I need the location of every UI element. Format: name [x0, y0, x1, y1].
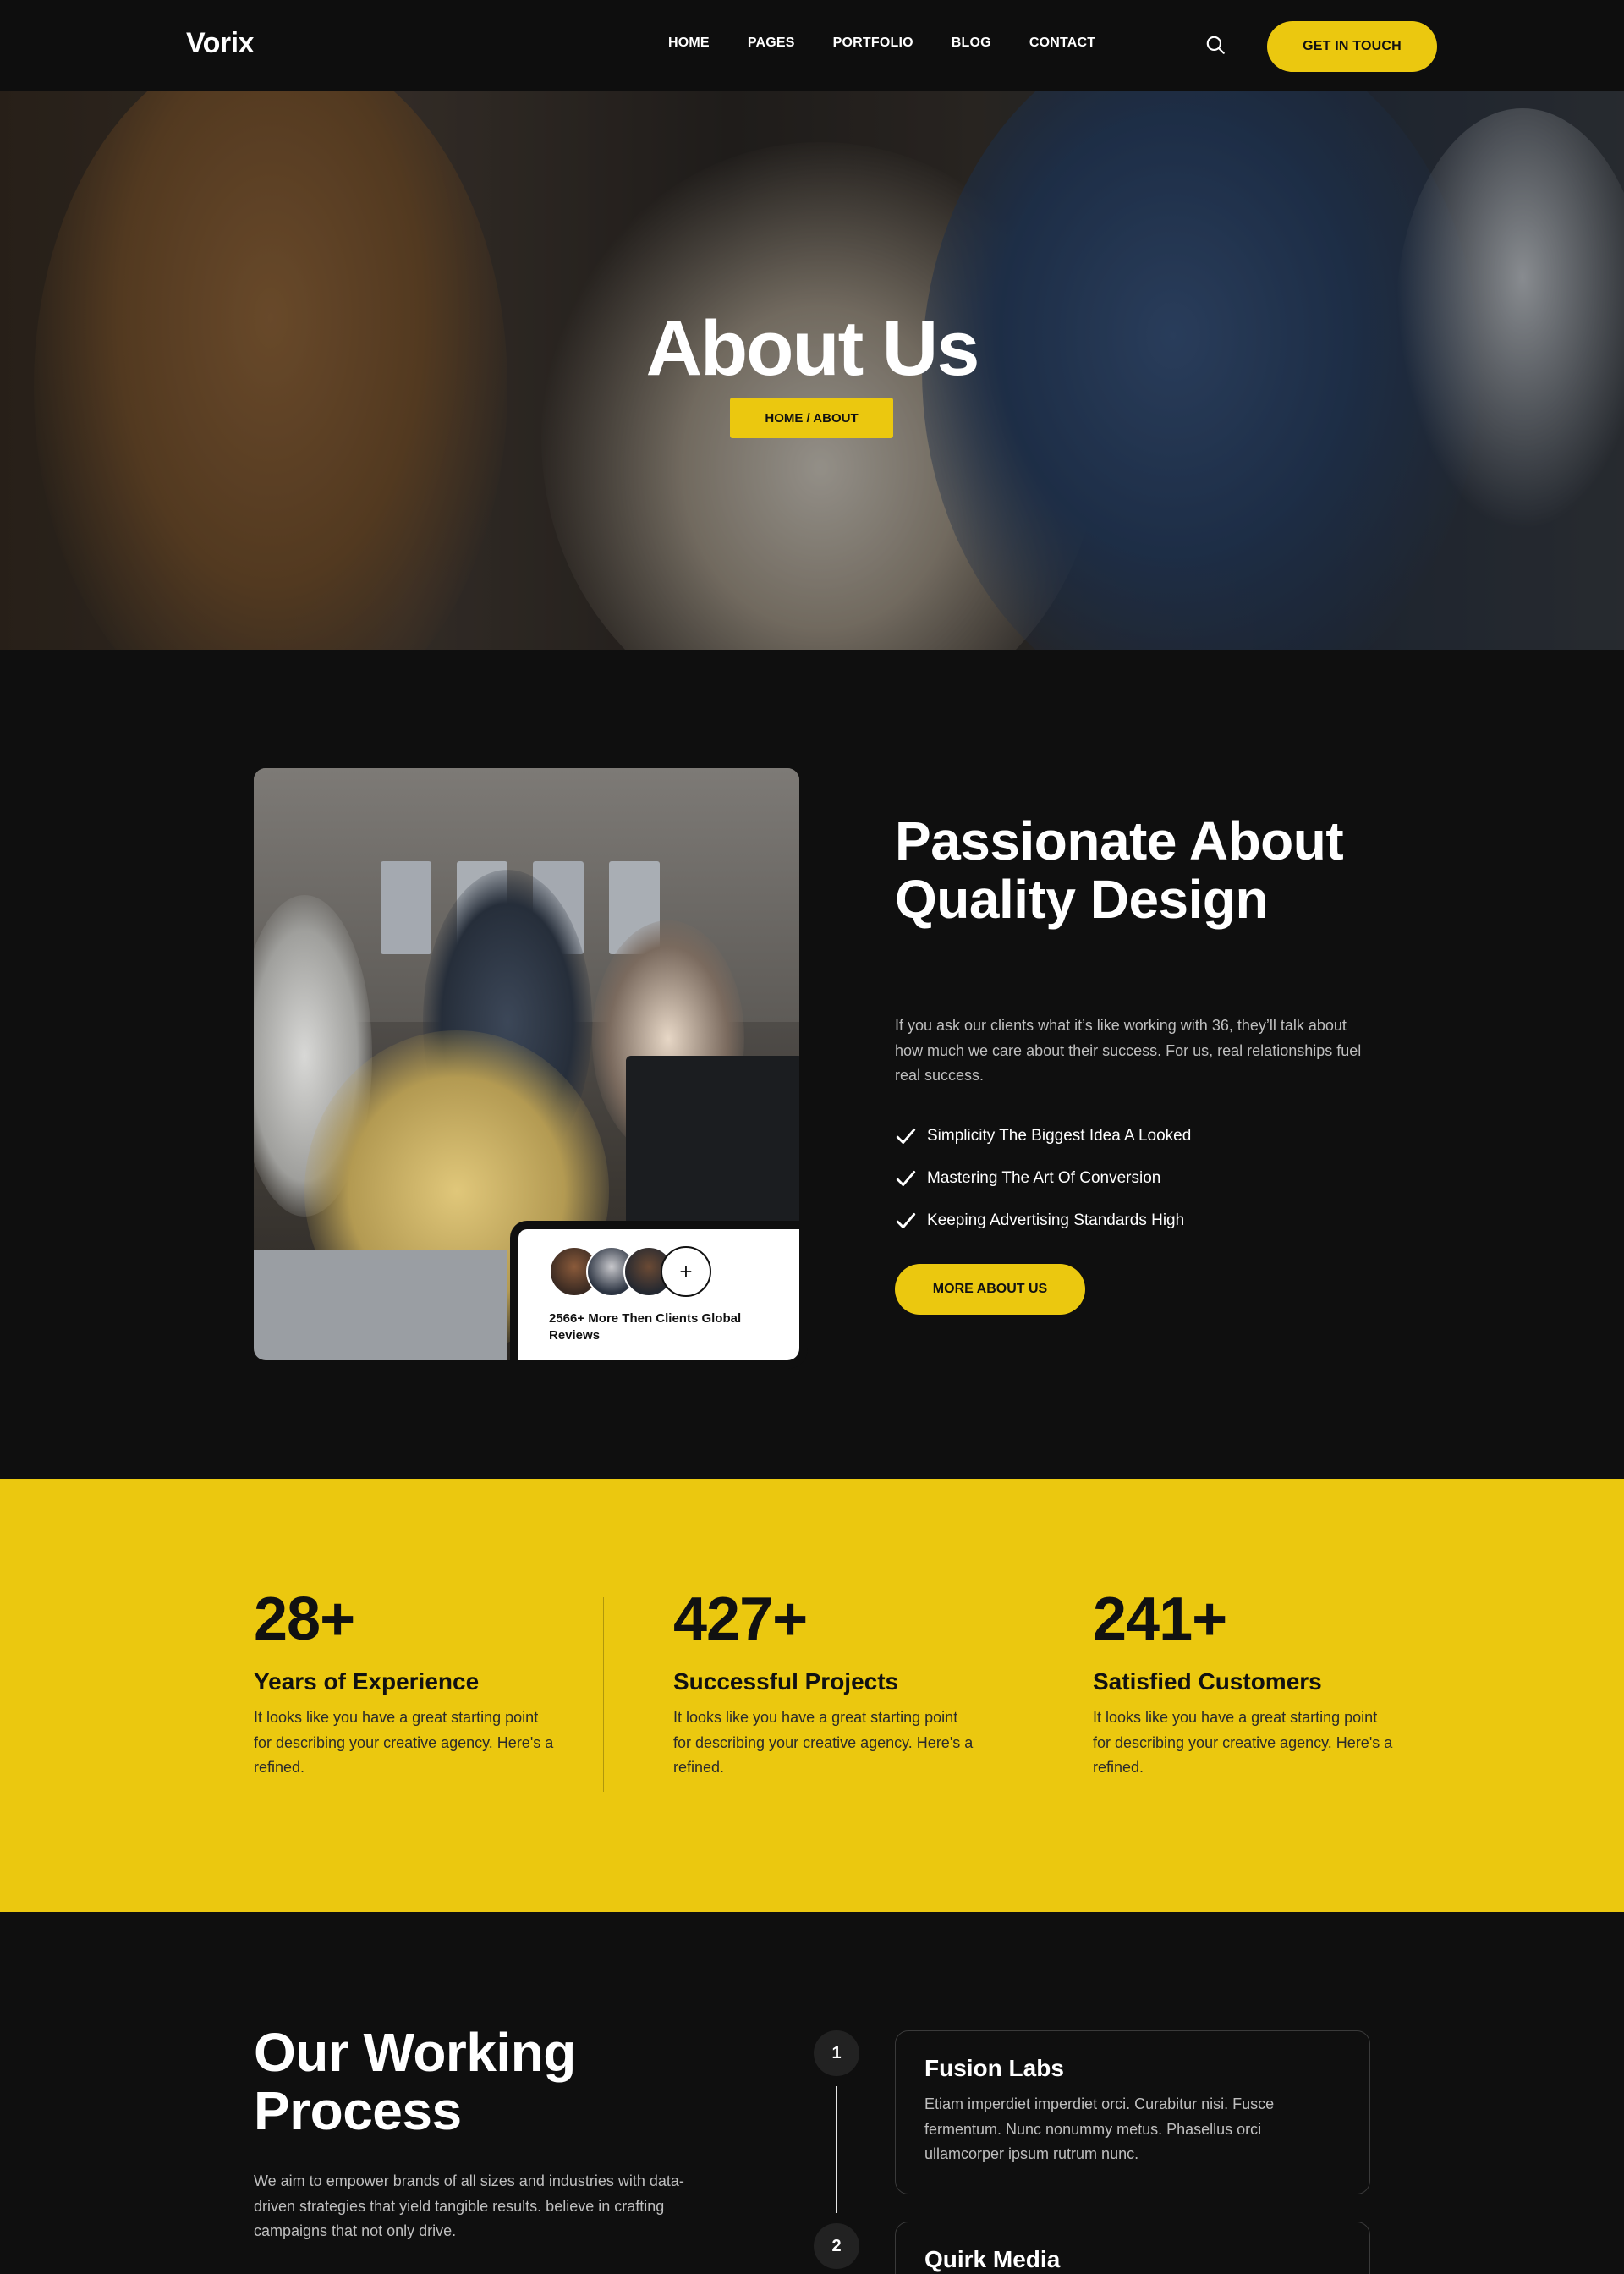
- nav-pages[interactable]: PAGES: [748, 36, 795, 51]
- stats-section: 28+ Years of Experience It looks like yo…: [0, 1479, 1624, 1912]
- breadcrumb[interactable]: HOME / ABOUT: [730, 398, 893, 438]
- plus-icon[interactable]: +: [661, 1246, 711, 1297]
- stat-description: It looks like you have a great starting …: [254, 1709, 554, 1777]
- step-description: Etiam imperdiet imperdiet orci. Curabitu…: [924, 2095, 1275, 2163]
- list-item: Keeping Advertising Standards High: [895, 1200, 1191, 1242]
- process-description: We aim to empower brands of all sizes an…: [254, 2172, 684, 2240]
- feature-checklist: Simplicity The Biggest Idea A Looked Mas…: [895, 1115, 1191, 1242]
- stat-title: Successful Projects: [673, 1668, 899, 1695]
- stat-customers: 241+ Satisfied Customers It looks like y…: [1093, 1589, 1397, 1781]
- nav-contact[interactable]: CONTACT: [1029, 36, 1095, 51]
- process-heading: Our Working Process: [254, 2022, 576, 2142]
- hero-section: About Us HOME / ABOUT: [0, 91, 1624, 650]
- list-item: Simplicity The Biggest Idea A Looked: [895, 1115, 1191, 1157]
- stat-number: 241+: [1093, 1585, 1227, 1653]
- check-icon: [896, 1171, 916, 1186]
- more-about-us-button[interactable]: MORE ABOUT US: [895, 1264, 1085, 1315]
- client-avatars: +: [549, 1246, 711, 1297]
- main-nav: HOME PAGES PORTFOLIO BLOG CONTACT: [668, 36, 1095, 51]
- site-header: Vorix HOME PAGES PORTFOLIO BLOG CONTACT …: [0, 0, 1624, 91]
- reviews-count-text: 2566+ More Then Clients Global Reviews: [549, 1311, 742, 1343]
- step-title: Quirk Media: [924, 2246, 1061, 2272]
- nav-portfolio[interactable]: PORTFOLIO: [833, 36, 914, 51]
- check-icon: [896, 1213, 916, 1228]
- check-icon: [896, 1129, 916, 1144]
- step-number: 1: [814, 2030, 859, 2076]
- checklist-item-label: Simplicity The Biggest Idea A Looked: [927, 1127, 1192, 1145]
- checklist-item-label: Keeping Advertising Standards High: [927, 1211, 1185, 1229]
- stat-number: 427+: [673, 1585, 808, 1653]
- divider: [603, 1597, 604, 1792]
- stat-projects: 427+ Successful Projects It looks like y…: [673, 1589, 978, 1781]
- nav-blog[interactable]: BLOG: [952, 36, 991, 51]
- step-connector: [836, 2086, 837, 2213]
- list-item: Mastering The Art Of Conversion: [895, 1157, 1191, 1200]
- stat-title: Years of Experience: [254, 1668, 480, 1695]
- stat-experience: 28+ Years of Experience It looks like yo…: [254, 1589, 558, 1781]
- about-description: If you ask our clients what it’s like wo…: [895, 1017, 1362, 1085]
- nav-home[interactable]: HOME: [668, 36, 710, 51]
- logo[interactable]: Vorix: [186, 27, 255, 60]
- stat-title: Satisfied Customers: [1093, 1668, 1322, 1695]
- step-title: Fusion Labs: [924, 2055, 1064, 2081]
- process-step-card[interactable]: Fusion Labs Etiam imperdiet imperdiet or…: [895, 2030, 1370, 2194]
- stat-number: 28+: [254, 1585, 355, 1653]
- about-heading: Passionate About Quality Design: [895, 810, 1344, 931]
- process-step-card[interactable]: Quirk Media: [895, 2222, 1370, 2274]
- stat-description: It looks like you have a great starting …: [1093, 1709, 1393, 1777]
- get-in-touch-button[interactable]: GET IN TOUCH: [1267, 21, 1437, 72]
- step-number: 2: [814, 2223, 859, 2269]
- stat-description: It looks like you have a great starting …: [673, 1709, 974, 1777]
- search-icon[interactable]: [1204, 34, 1226, 56]
- checklist-item-label: Mastering The Art Of Conversion: [927, 1169, 1161, 1187]
- reviews-card: + 2566+ More Then Clients Global Reviews: [518, 1229, 799, 1360]
- page-title: About Us: [645, 305, 980, 392]
